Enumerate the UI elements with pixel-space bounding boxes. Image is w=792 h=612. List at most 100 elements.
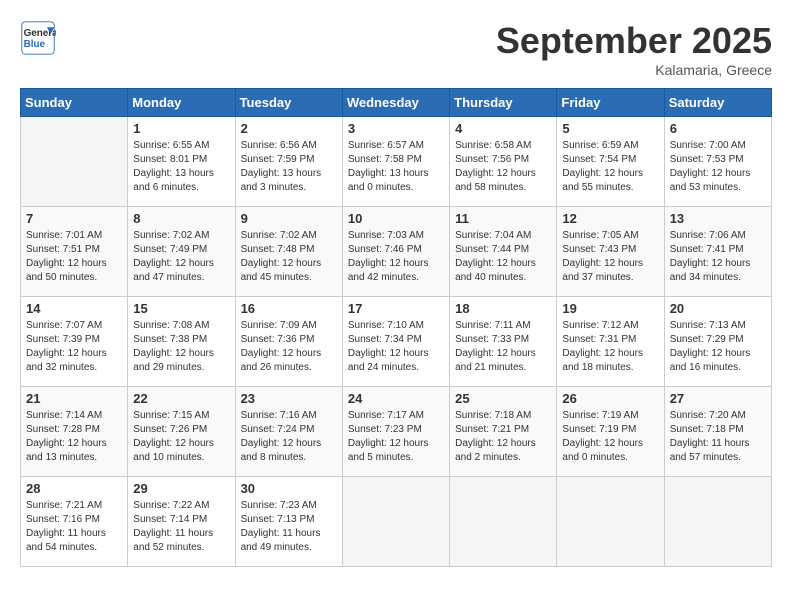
calendar-cell: 30 Sunrise: 7:23 AMSunset: 7:13 PMDayligh… (235, 477, 342, 567)
calendar-cell (342, 477, 449, 567)
calendar-cell: 29 Sunrise: 7:22 AMSunset: 7:14 PMDayligh… (128, 477, 235, 567)
day-info: Sunrise: 7:09 AMSunset: 7:36 PMDaylight:… (241, 319, 337, 375)
calendar-cell: 24 Sunrise: 7:17 AMSunset: 7:23 PMDayligh… (342, 387, 449, 477)
calendar-body: 1Sunrise: 6:55 AMSunset: 8:01 PMDaylight… (21, 117, 772, 567)
calendar-cell: 25Sunrise: 7:18 AMSunset: 7:21 PMDayligh… (450, 387, 557, 477)
header-day-wednesday: Wednesday (342, 89, 449, 117)
day-info: Sunrise: 7:15 AMSunset: 7:26 PMDaylight:… (133, 409, 229, 465)
day-number: 4 (455, 121, 551, 136)
header-day-friday: Friday (557, 89, 664, 117)
title-block: September 2025 Kalamaria, Greece (496, 20, 772, 78)
svg-text:Blue: Blue (24, 39, 46, 50)
calendar-cell: 11 Sunrise: 7:04 AMSunset: 7:44 PMDayligh… (450, 207, 557, 297)
month-title: September 2025 (496, 20, 772, 62)
calendar-cell: 14 Sunrise: 7:07 AMSunset: 7:39 PMDayligh… (21, 297, 128, 387)
calendar-week-row: 14 Sunrise: 7:07 AMSunset: 7:39 PMDayligh… (21, 297, 772, 387)
calendar-cell: 17 Sunrise: 7:10 AMSunset: 7:34 PMDayligh… (342, 297, 449, 387)
day-info: Sunrise: 7:01 AMSunset: 7:51 PMDaylight:… (26, 229, 122, 285)
day-info: Sunrise: 7:04 AMSunset: 7:44 PMDaylight:… (455, 229, 551, 285)
day-number: 28 (26, 481, 122, 496)
day-number: 23 (241, 391, 337, 406)
calendar-cell: 6 Sunrise: 7:00 AMSunset: 7:53 PMDaylight… (664, 117, 771, 207)
day-info: Sunrise: 7:11 AMSunset: 7:33 PMDaylight:… (455, 319, 551, 375)
day-info: Sunrise: 7:22 AMSunset: 7:14 PMDaylight:… (133, 499, 229, 555)
calendar-cell: 22 Sunrise: 7:15 AMSunset: 7:26 PMDayligh… (128, 387, 235, 477)
page-header: General Blue September 2025 Kalamaria, G… (20, 20, 772, 78)
calendar-cell: 3 Sunrise: 6:57 AMSunset: 7:58 PMDaylight… (342, 117, 449, 207)
day-number: 2 (241, 121, 337, 136)
header-day-sunday: Sunday (21, 89, 128, 117)
calendar-header-row: SundayMondayTuesdayWednesdayThursdayFrid… (21, 89, 772, 117)
day-number: 11 (455, 211, 551, 226)
calendar-cell: 7 Sunrise: 7:01 AMSunset: 7:51 PMDaylight… (21, 207, 128, 297)
day-number: 8 (133, 211, 229, 226)
day-info: Sunrise: 7:23 AMSunset: 7:13 PMDaylight:… (241, 499, 337, 555)
day-number: 18 (455, 301, 551, 316)
calendar-cell: 8 Sunrise: 7:02 AMSunset: 7:49 PMDaylight… (128, 207, 235, 297)
day-info: Sunrise: 7:03 AMSunset: 7:46 PMDaylight:… (348, 229, 444, 285)
day-number: 16 (241, 301, 337, 316)
day-info: Sunrise: 7:07 AMSunset: 7:39 PMDaylight:… (26, 319, 122, 375)
calendar-table: SundayMondayTuesdayWednesdayThursdayFrid… (20, 88, 772, 567)
header-day-monday: Monday (128, 89, 235, 117)
calendar-week-row: 28Sunrise: 7:21 AMSunset: 7:16 PMDayligh… (21, 477, 772, 567)
day-number: 17 (348, 301, 444, 316)
day-number: 13 (670, 211, 766, 226)
calendar-cell: 26Sunrise: 7:19 AMSunset: 7:19 PMDayligh… (557, 387, 664, 477)
day-info: Sunrise: 7:00 AMSunset: 7:53 PMDaylight:… (670, 139, 766, 195)
day-number: 10 (348, 211, 444, 226)
day-info: Sunrise: 7:12 AMSunset: 7:31 PMDaylight:… (562, 319, 658, 375)
day-number: 25 (455, 391, 551, 406)
day-info: Sunrise: 7:02 AMSunset: 7:49 PMDaylight:… (133, 229, 229, 285)
day-number: 1 (133, 121, 229, 136)
calendar-cell: 23Sunrise: 7:16 AMSunset: 7:24 PMDayligh… (235, 387, 342, 477)
day-number: 5 (562, 121, 658, 136)
day-number: 12 (562, 211, 658, 226)
day-info: Sunrise: 7:05 AMSunset: 7:43 PMDaylight:… (562, 229, 658, 285)
calendar-cell (557, 477, 664, 567)
day-info: Sunrise: 7:10 AMSunset: 7:34 PMDaylight:… (348, 319, 444, 375)
day-number: 15 (133, 301, 229, 316)
calendar-cell: 4 Sunrise: 6:58 AMSunset: 7:56 PMDaylight… (450, 117, 557, 207)
day-number: 14 (26, 301, 122, 316)
calendar-cell: 19 Sunrise: 7:12 AMSunset: 7:31 PMDayligh… (557, 297, 664, 387)
day-info: Sunrise: 7:14 AMSunset: 7:28 PMDaylight:… (26, 409, 122, 465)
calendar-week-row: 7 Sunrise: 7:01 AMSunset: 7:51 PMDaylight… (21, 207, 772, 297)
calendar-cell: 1Sunrise: 6:55 AMSunset: 8:01 PMDaylight… (128, 117, 235, 207)
day-number: 21 (26, 391, 122, 406)
day-number: 29 (133, 481, 229, 496)
calendar-cell (450, 477, 557, 567)
day-number: 3 (348, 121, 444, 136)
day-info: Sunrise: 7:02 AMSunset: 7:48 PMDaylight:… (241, 229, 337, 285)
calendar-week-row: 21 Sunrise: 7:14 AMSunset: 7:28 PMDayligh… (21, 387, 772, 477)
calendar-cell: 27 Sunrise: 7:20 AMSunset: 7:18 PMDayligh… (664, 387, 771, 477)
calendar-week-row: 1Sunrise: 6:55 AMSunset: 8:01 PMDaylight… (21, 117, 772, 207)
header-day-thursday: Thursday (450, 89, 557, 117)
day-info: Sunrise: 7:13 AMSunset: 7:29 PMDaylight:… (670, 319, 766, 375)
day-info: Sunrise: 7:08 AMSunset: 7:38 PMDaylight:… (133, 319, 229, 375)
calendar-cell: 13 Sunrise: 7:06 AMSunset: 7:41 PMDayligh… (664, 207, 771, 297)
day-number: 30 (241, 481, 337, 496)
calendar-cell: 9 Sunrise: 7:02 AMSunset: 7:48 PMDaylight… (235, 207, 342, 297)
calendar-cell: 15 Sunrise: 7:08 AMSunset: 7:38 PMDayligh… (128, 297, 235, 387)
location: Kalamaria, Greece (496, 62, 772, 78)
day-number: 24 (348, 391, 444, 406)
calendar-cell (664, 477, 771, 567)
calendar-cell: 16 Sunrise: 7:09 AMSunset: 7:36 PMDayligh… (235, 297, 342, 387)
day-number: 27 (670, 391, 766, 406)
calendar-cell: 5Sunrise: 6:59 AMSunset: 7:54 PMDaylight… (557, 117, 664, 207)
day-number: 22 (133, 391, 229, 406)
calendar-cell: 18 Sunrise: 7:11 AMSunset: 7:33 PMDayligh… (450, 297, 557, 387)
day-info: Sunrise: 6:57 AMSunset: 7:58 PMDaylight:… (348, 139, 444, 195)
day-number: 9 (241, 211, 337, 226)
calendar-cell: 28Sunrise: 7:21 AMSunset: 7:16 PMDayligh… (21, 477, 128, 567)
day-info: Sunrise: 7:17 AMSunset: 7:23 PMDaylight:… (348, 409, 444, 465)
day-number: 20 (670, 301, 766, 316)
day-info: Sunrise: 6:58 AMSunset: 7:56 PMDaylight:… (455, 139, 551, 195)
day-number: 7 (26, 211, 122, 226)
day-info: Sunrise: 7:06 AMSunset: 7:41 PMDaylight:… (670, 229, 766, 285)
calendar-cell: 20 Sunrise: 7:13 AMSunset: 7:29 PMDayligh… (664, 297, 771, 387)
day-number: 19 (562, 301, 658, 316)
day-info: Sunrise: 7:20 AMSunset: 7:18 PMDaylight:… (670, 409, 766, 465)
day-number: 6 (670, 121, 766, 136)
